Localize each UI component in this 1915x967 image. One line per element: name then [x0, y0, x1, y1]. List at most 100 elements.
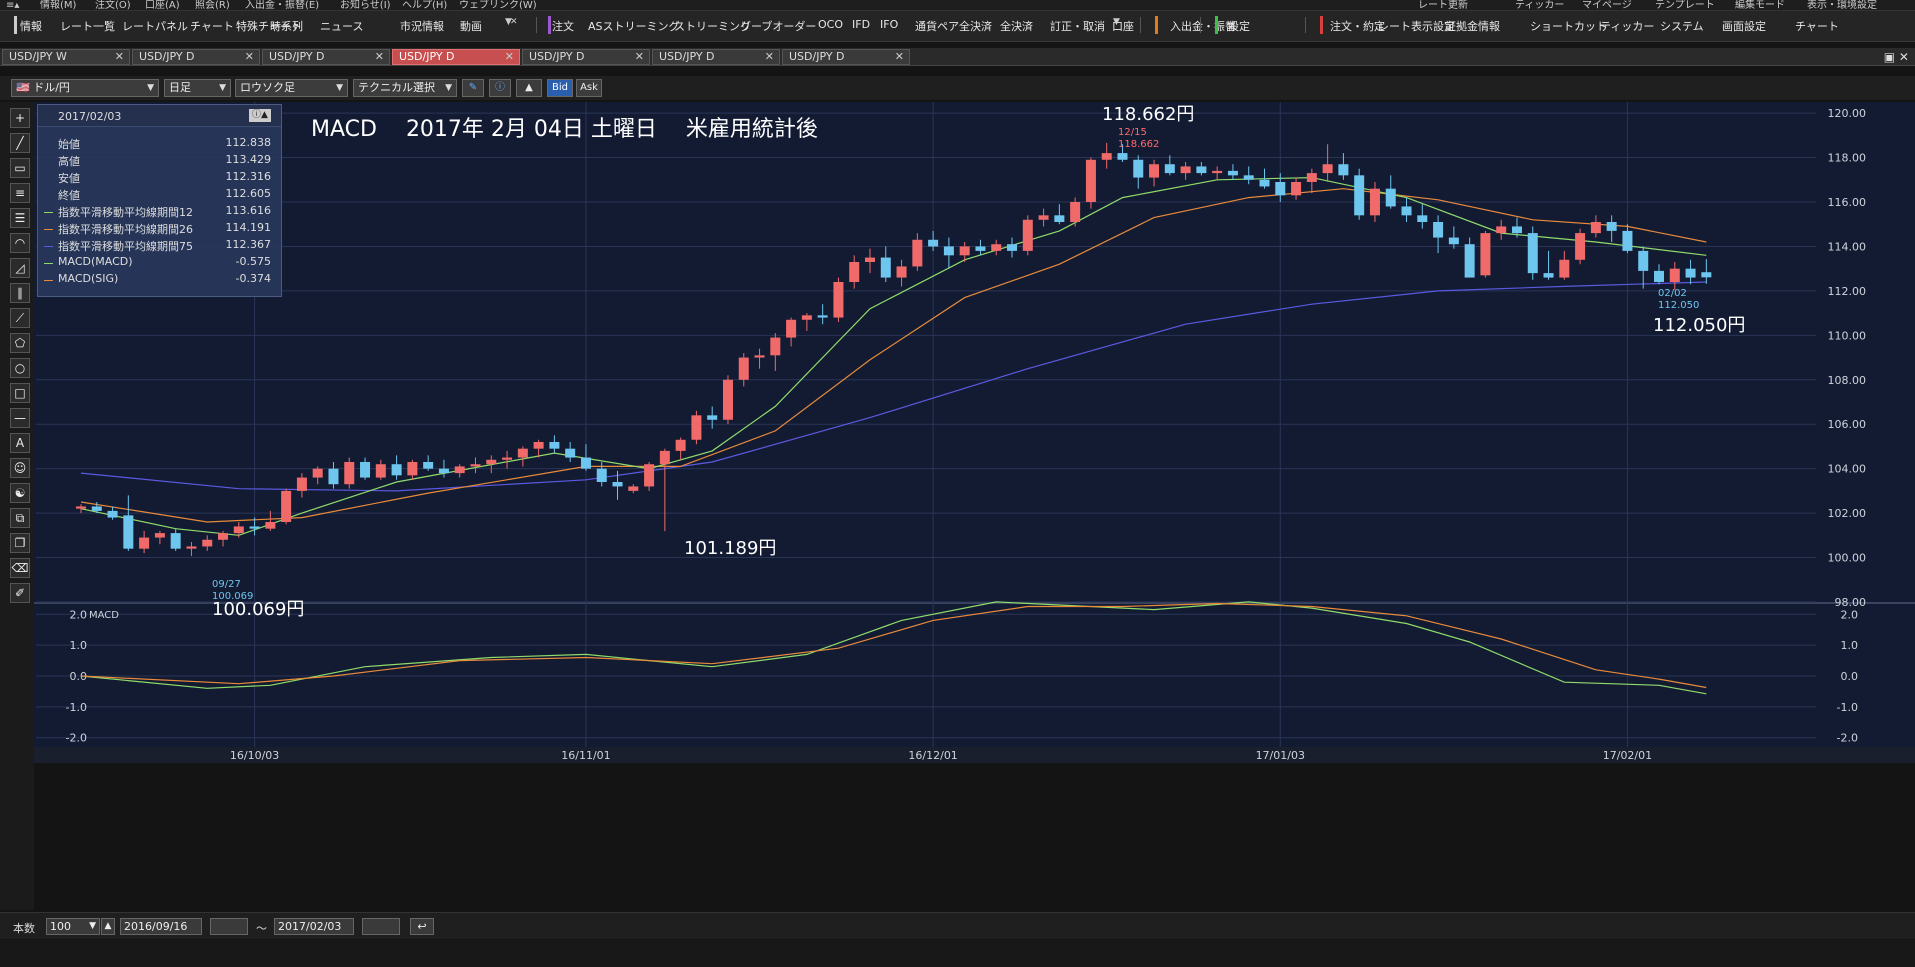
- crosshair-icon[interactable]: +: [10, 108, 30, 128]
- chart-tab[interactable]: USD/JPY D ✕: [782, 49, 910, 65]
- chevron-down-icon[interactable]: ▼: [1113, 17, 1120, 27]
- close-icon[interactable]: ✕: [895, 50, 904, 64]
- close-icon[interactable]: ✕: [375, 50, 384, 64]
- menu-item[interactable]: ヘルプ(H): [402, 0, 447, 11]
- header-menu-button[interactable]: マイページ: [1582, 0, 1632, 11]
- to-date-field[interactable]: 2017/02/03: [274, 918, 354, 935]
- header-menu-button[interactable]: レート更新: [1418, 0, 1468, 11]
- window-controls[interactable]: ▣ ✕: [1884, 50, 1909, 64]
- toolbar-item[interactable]: 注文: [552, 18, 574, 34]
- menu-item[interactable]: 口座(A): [145, 0, 180, 11]
- toolbar-item[interactable]: IFO: [880, 18, 898, 31]
- toolbar-item[interactable]: 画面設定: [1722, 18, 1766, 34]
- close-icon[interactable]: ✕: [115, 50, 124, 64]
- chart-tab[interactable]: USD/JPY D ✕: [262, 49, 390, 65]
- close-icon[interactable]: ✕: [765, 50, 774, 64]
- chart-tab[interactable]: USD/JPY W ✕: [2, 49, 130, 65]
- hline-icon[interactable]: —: [10, 408, 30, 428]
- toolbar-item[interactable]: ティッカー: [1600, 18, 1654, 34]
- chart-tab[interactable]: USD/JPY D ✕: [132, 49, 260, 65]
- toolbar-item[interactable]: 情報: [20, 18, 42, 34]
- toolbar-item[interactable]: ショートカット: [1530, 18, 1607, 34]
- toolbar-item[interactable]: 注文・約定: [1330, 18, 1385, 34]
- count-up-button[interactable]: ▲: [101, 918, 115, 935]
- text-icon[interactable]: A: [10, 433, 30, 453]
- technical-select[interactable]: テクニカル選択 ▼: [353, 79, 457, 97]
- draw-pen-button[interactable]: ✎: [462, 79, 484, 97]
- info-button[interactable]: ⓘ: [489, 79, 511, 97]
- app-menu-icon[interactable]: ≡▴: [6, 0, 19, 11]
- copy-icon[interactable]: ⧉: [10, 508, 30, 528]
- circle-icon[interactable]: ○: [10, 358, 30, 378]
- close-icon[interactable]: ✕: [505, 50, 514, 64]
- fib-icon[interactable]: ◿: [10, 258, 30, 278]
- pentagon-icon[interactable]: ⬠: [10, 333, 30, 353]
- rect-icon[interactable]: □: [10, 383, 30, 403]
- candle-body: [1417, 215, 1428, 222]
- menu-item[interactable]: 入出金・振替(E): [245, 0, 319, 11]
- from-date-field[interactable]: 2016/09/16: [120, 918, 202, 935]
- fan-icon[interactable]: ◠: [10, 233, 30, 253]
- chart-tab[interactable]: USD/JPY D ✕: [522, 49, 650, 65]
- toolbar-item[interactable]: 時系列: [270, 18, 303, 34]
- from-time-field[interactable]: [210, 918, 248, 935]
- chart-area[interactable]: 98.00 100.00 102.00 104.00 106.00 108.00 110.0…: [34, 102, 1915, 910]
- toolbar-item[interactable]: 動画: [460, 18, 482, 34]
- candle-body: [1117, 153, 1128, 160]
- settings-icon[interactable]: ✐: [10, 583, 30, 603]
- apply-range-button[interactable]: ↩: [410, 918, 434, 935]
- toolbar-item[interactable]: 通貨ペア全決済: [915, 18, 992, 34]
- channel-icon[interactable]: ⟋: [10, 308, 30, 328]
- toolbar-item[interactable]: 証拠金情報: [1445, 18, 1500, 34]
- toolbar-item[interactable]: チャート: [190, 18, 234, 34]
- header-menu-button[interactable]: ティッカー: [1515, 0, 1564, 11]
- period-select[interactable]: 日足 ▼: [164, 79, 231, 97]
- toolbar-item[interactable]: レート表示設定: [1378, 18, 1455, 34]
- hlines-icon[interactable]: ≡: [10, 183, 30, 203]
- vlines-icon[interactable]: ∥: [10, 283, 30, 303]
- toolbar-item[interactable]: 設定: [1228, 18, 1250, 34]
- header-menu-button[interactable]: テンプレート: [1655, 0, 1715, 11]
- toolbar-item[interactable]: OCO: [818, 18, 843, 31]
- toolbar-item[interactable]: ニュース: [320, 18, 363, 34]
- menu-item[interactable]: ウェブリンク(W): [459, 0, 537, 11]
- close-icon[interactable]: ✕: [635, 50, 644, 64]
- close-icon[interactable]: ✕: [245, 50, 254, 64]
- toolbar-item[interactable]: システム: [1660, 18, 1704, 34]
- toolbar-item[interactable]: リーブオーダー: [740, 18, 816, 34]
- menu-item[interactable]: 注文(O): [95, 0, 131, 11]
- magnet-icon[interactable]: ☯: [10, 483, 30, 503]
- panel-toggle-button[interactable]: ⓘ▲: [249, 109, 271, 122]
- emoji-icon[interactable]: ☺: [10, 458, 30, 478]
- currency-pair-select[interactable]: 🇺🇸 ドル/円 ▼: [11, 79, 159, 97]
- count-select[interactable]: 100 ▼: [46, 918, 100, 935]
- header-menu-button[interactable]: 編集モード: [1735, 0, 1785, 11]
- toolbar-item[interactable]: 入出金・振替: [1170, 18, 1236, 34]
- menu-item[interactable]: お知らせ(I): [340, 0, 391, 11]
- toolbar-item[interactable]: ASストリーミング: [588, 18, 680, 34]
- paste-icon[interactable]: ❐: [10, 533, 30, 553]
- toolbar-item[interactable]: 市況情報: [400, 18, 444, 34]
- header-menu-button[interactable]: 表示・環境設定: [1807, 0, 1877, 11]
- bid-button[interactable]: Bid: [547, 79, 573, 97]
- eraser-icon[interactable]: ⌫: [10, 558, 30, 578]
- ask-button[interactable]: Ask: [576, 79, 602, 97]
- line-icon[interactable]: ╱: [10, 133, 30, 153]
- toolbar-item[interactable]: チャート: [1795, 18, 1839, 34]
- to-time-field[interactable]: [362, 918, 400, 935]
- menu-item[interactable]: 情報(M): [40, 0, 76, 11]
- close-icon[interactable]: ✕: [510, 17, 518, 27]
- toolbar-item[interactable]: レートパネル: [122, 18, 188, 34]
- chart-style-select[interactable]: ロウソク足 ▼: [235, 79, 348, 97]
- chart-tab[interactable]: USD/JPY D ✕: [652, 49, 780, 65]
- toolbar-item[interactable]: 訂正・取消: [1050, 18, 1105, 34]
- menu-item[interactable]: 照会(R): [195, 0, 230, 11]
- area-chart-button[interactable]: ▲: [516, 79, 542, 97]
- chart-tab-label: USD/JPY D: [269, 50, 325, 63]
- ruler-icon[interactable]: ▭: [10, 158, 30, 178]
- toolbar-item[interactable]: 全決済: [1000, 18, 1033, 34]
- toolbar-item[interactable]: レート一覧: [60, 18, 115, 34]
- chart-tab[interactable]: USD/JPY D ✕: [392, 49, 520, 65]
- toolbar-item[interactable]: IFD: [852, 18, 870, 31]
- hlines-icon[interactable]: ☰: [10, 208, 30, 228]
